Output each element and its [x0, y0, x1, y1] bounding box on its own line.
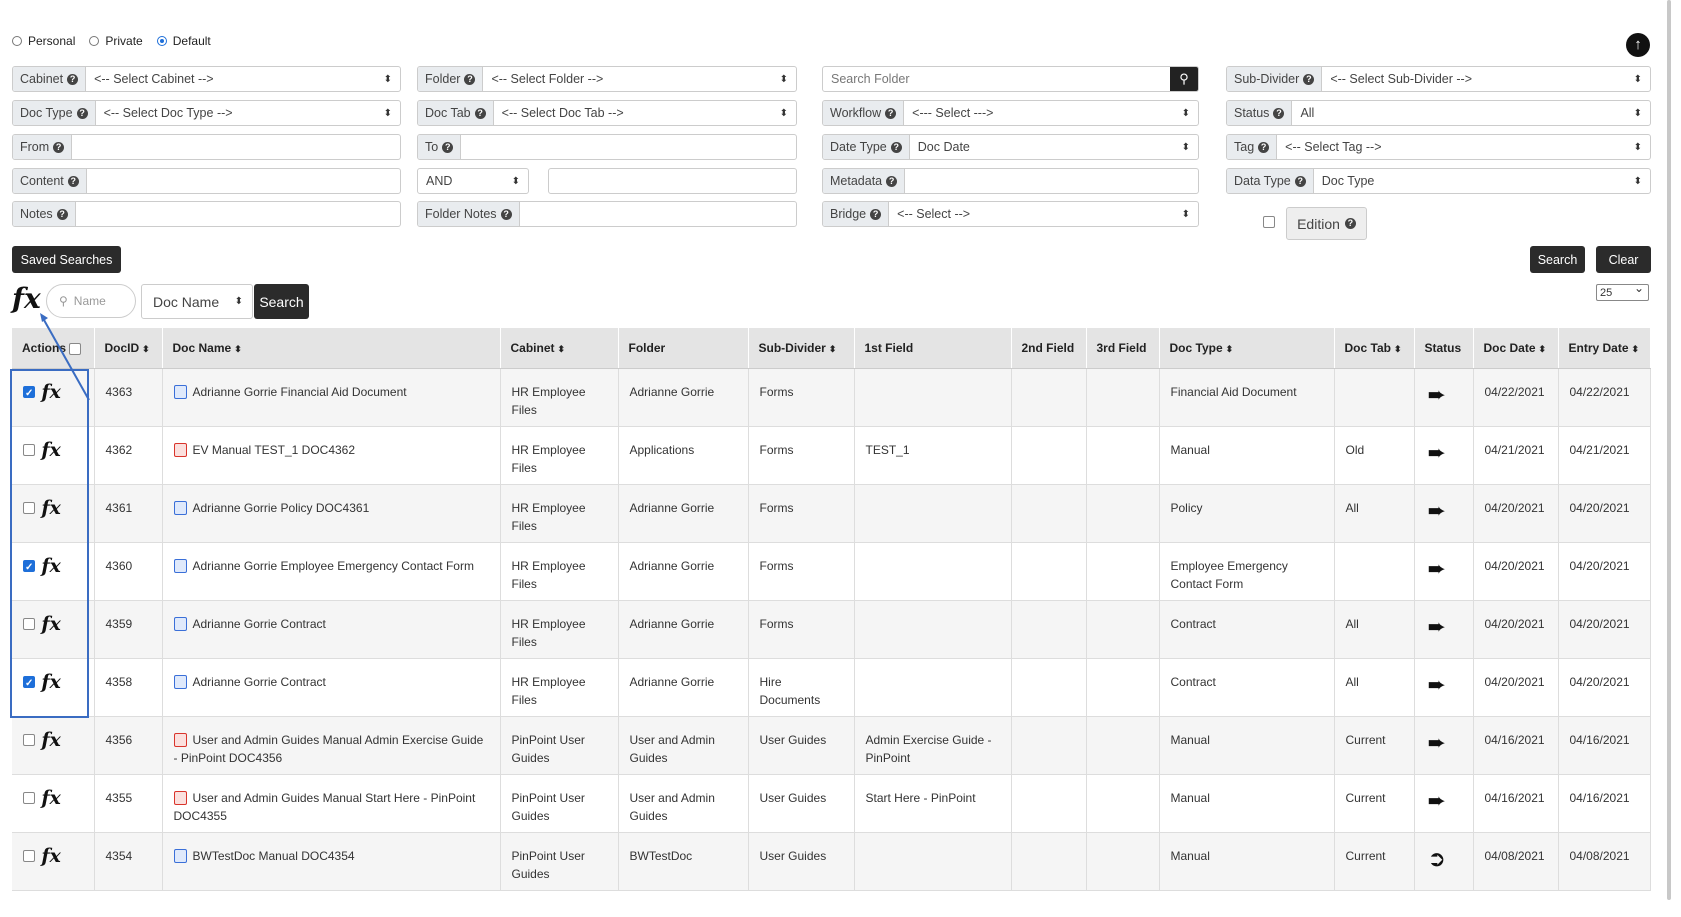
annotation-arrow — [40, 313, 90, 401]
scrollbar[interactable] — [1667, 0, 1671, 900]
